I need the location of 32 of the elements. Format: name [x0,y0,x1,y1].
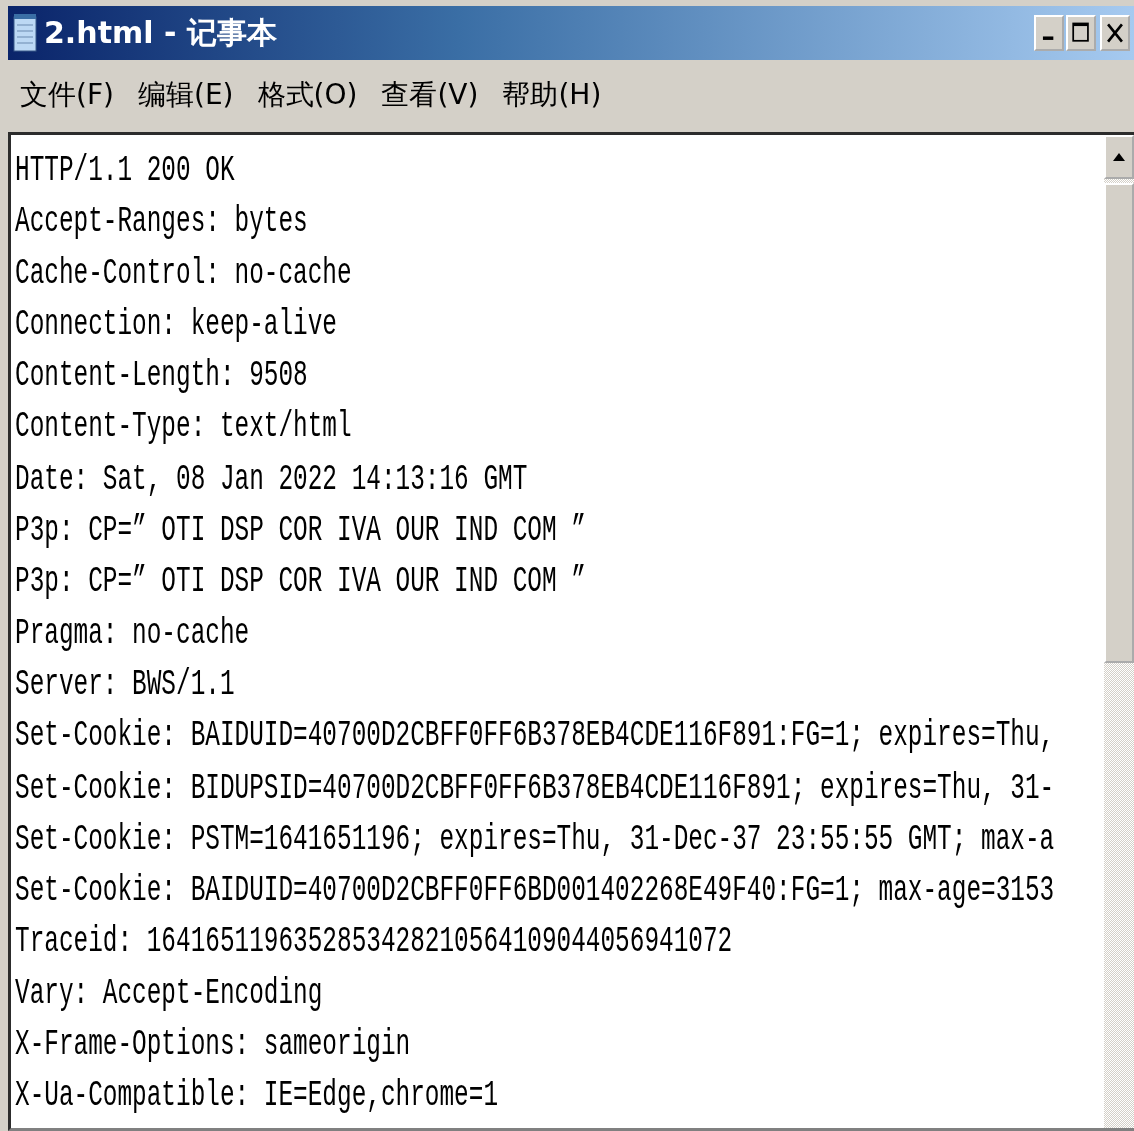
notepad-icon [12,13,40,53]
text-line: Server: BWS/1.1 [15,662,235,707]
scroll-thumb[interactable] [1104,183,1134,663]
text-line: Set-Cookie: PSTM=1641651196; expires=Thu, 31-Dec-37 23:55:55 GMT; max-a [15,817,1055,861]
text-line: Date: Sat, 08 Jan 2022 14:13:16 GMT [15,457,528,501]
menu-item[interactable]: 查看(V) [381,76,479,114]
window-title: 2.html - 记事本 [44,13,278,52]
scroll-up-icon[interactable] [1112,152,1126,162]
text-line: Cache-Control: no-cache [15,251,352,295]
text-line: P3p: CP=” OTI DSP COR IVA OUR IND COM ” [15,560,586,604]
menu-item[interactable]: 格式(O) [257,76,358,114]
text-line: Set-Cookie: BAIDUID=40700D2CBFF0FF6B378EB4CDE116F891:FG=1; expires=Thu, [15,714,1055,758]
menu-item[interactable]: 帮助(H) [502,76,602,114]
text-line: Vary: Accept-Encoding [15,971,323,1016]
menu-item[interactable]: 文件(F) [20,76,114,114]
text-line: HTTP/1.1 200 OK [15,148,235,192]
minimize-icon[interactable] [1034,15,1064,51]
text-line: P3p: CP=” OTI DSP COR IVA OUR IND COM ” [15,508,586,553]
text-line: Pragma: no-cache [15,611,250,655]
menu-item[interactable]: 编辑(E) [137,76,234,114]
maximize-icon[interactable] [1066,15,1096,51]
text-line: Set-Cookie: BAIDUID=40700D2CBFF0FF6BD001402268E49F40:FG=1; max-age=3153 [15,868,1055,913]
text-line: Content-Type: text/html [15,405,352,450]
text-line: Set-Cookie: BIDUPSID=40700D2CBFF0FF6B378EB4CDE116F891; expires=Thu, 31- [15,765,1055,810]
text-line: Content-Length: 9508 [15,354,308,398]
text-line: Connection: keep-alive [15,302,337,347]
text-line: Accept-Ranges: bytes [15,199,308,244]
text-line: Traceid: 1641651196352853428210564109044056941072 [15,920,733,964]
text-line: X-Frame-Options: sameorigin [15,1023,411,1067]
text-line: X-Ua-Compatible: IE=Edge,chrome=1 [15,1074,498,1118]
vertical-scrollbar[interactable] [1104,135,1134,1128]
close-icon[interactable] [1100,15,1130,51]
